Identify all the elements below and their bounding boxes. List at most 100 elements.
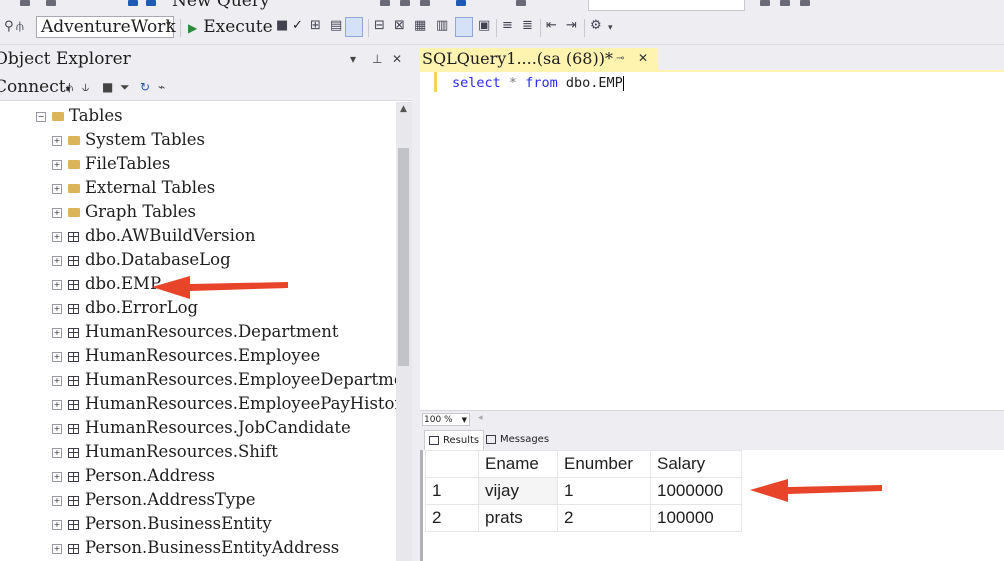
zoom-selector[interactable]: 100 % ▼	[422, 413, 470, 426]
expand-icon[interactable]: +	[52, 399, 62, 410]
column-header[interactable]: Ename	[478, 450, 558, 478]
row-number-header[interactable]	[425, 450, 479, 478]
results-to-text-icon[interactable]: ▦	[414, 18, 426, 33]
connect-button[interactable]: Connect▾	[0, 77, 71, 97]
expand-icon[interactable]: +	[52, 135, 62, 146]
filter-icon[interactable]: ⏷	[120, 80, 130, 95]
expand-icon[interactable]: +	[52, 495, 62, 506]
tree-node[interactable]: + System Tables	[52, 128, 205, 152]
collapse-icon[interactable]: −	[36, 111, 46, 122]
expand-icon[interactable]: +	[52, 303, 62, 314]
activity-monitor-icon[interactable]	[516, 0, 526, 6]
expand-icon[interactable]: +	[52, 159, 62, 170]
cut-icon[interactable]	[380, 0, 390, 6]
expand-icon[interactable]: +	[52, 447, 62, 458]
include-plan-toggle[interactable]	[345, 17, 363, 37]
copy-icon[interactable]	[400, 0, 410, 6]
tab-messages[interactable]: Messages	[482, 430, 553, 450]
tree-node-table-emp[interactable]: + dbo.EMP	[52, 272, 161, 296]
tree-node-table[interactable]: + HumanResources.EmployeePayHistory	[52, 392, 396, 416]
live-stats-icon[interactable]: ⊠	[394, 18, 405, 33]
new-query-button[interactable]: New Query	[172, 0, 270, 11]
parse-check-icon[interactable]: ✓	[292, 18, 303, 33]
grid-cell[interactable]: prats	[478, 504, 558, 532]
tree-node-table[interactable]: + HumanResources.Department	[52, 320, 339, 344]
query-editor[interactable]: select * from dbo.EMP	[420, 72, 1004, 410]
row-number[interactable]: 1	[425, 477, 479, 505]
scroll-up-icon[interactable]: ▲	[400, 104, 407, 114]
decrease-indent-icon[interactable]: ⇤	[546, 18, 557, 33]
grid-cell[interactable]: 1000000	[650, 477, 742, 505]
undo-icon[interactable]	[456, 0, 466, 6]
uncomment-icon[interactable]: ≣	[522, 18, 533, 33]
activity-icon[interactable]: ⌁	[158, 80, 165, 94]
back-icon[interactable]	[20, 0, 30, 6]
database-selector[interactable]: AdventureWork ▾	[36, 16, 176, 38]
search-box[interactable]	[588, 0, 745, 11]
scroll-left-icon[interactable]: ◂	[478, 413, 483, 423]
save-icon[interactable]	[128, 0, 138, 6]
column-header[interactable]: Salary	[650, 450, 742, 478]
query-text[interactable]: select * from dbo.EMP	[452, 74, 624, 92]
comment-icon[interactable]: ≡	[502, 18, 513, 33]
expand-icon[interactable]: +	[52, 543, 62, 554]
solution-explorer-icon[interactable]	[760, 0, 770, 6]
specify-values-icon[interactable]: ⚙	[590, 18, 602, 33]
expand-icon[interactable]: +	[52, 207, 62, 218]
wrench-icon[interactable]	[780, 0, 790, 6]
results-grid-toggle[interactable]	[455, 17, 473, 37]
tree-node-table[interactable]: + HumanResources.Employee	[52, 344, 320, 368]
column-header[interactable]: Enumber	[557, 450, 651, 478]
tree-node[interactable]: + External Tables	[52, 176, 215, 200]
tree-node-table[interactable]: + Person.AddressType	[52, 488, 256, 512]
tree-node-table[interactable]: + Person.Address	[52, 464, 215, 488]
filter-icon[interactable]: ⚲	[4, 19, 14, 34]
expand-icon[interactable]: +	[52, 231, 62, 242]
client-stats-icon[interactable]: ⊟	[374, 18, 385, 33]
expand-icon[interactable]: +	[52, 423, 62, 434]
expand-icon[interactable]: +	[52, 255, 62, 266]
expand-icon[interactable]: +	[52, 471, 62, 482]
save-all-icon[interactable]	[146, 0, 156, 6]
execute-button[interactable]: ▶ Execute	[188, 17, 273, 39]
query-designer-icon[interactable]: ▤	[330, 18, 342, 33]
tree-node[interactable]: + Graph Tables	[52, 200, 196, 224]
connect-server-icon[interactable]: ⫛	[66, 80, 73, 95]
panel-menu-icon[interactable]: ▾	[350, 52, 356, 66]
tree-node-table[interactable]: + HumanResources.JobCandidate	[52, 416, 351, 440]
tree-node-table[interactable]: +HumanResources.EmployeeDepartmentH	[52, 368, 396, 392]
estimated-plan-icon[interactable]: ⊞	[310, 18, 321, 33]
change-connection-icon[interactable]: ⫛	[16, 19, 24, 34]
expand-icon[interactable]: +	[52, 351, 62, 362]
pin-icon[interactable]: ⊥	[372, 52, 382, 66]
scrollbar-thumb[interactable]	[398, 148, 409, 366]
close-icon[interactable]: ✕	[392, 52, 402, 66]
grid-cell[interactable]: 1	[557, 477, 651, 505]
forward-icon[interactable]	[46, 0, 56, 6]
tab-sqlquery1[interactable]: SQLQuery1....(sa (68))* ⊸ ✕	[420, 48, 658, 70]
results-to-grid-icon[interactable]: ▥	[436, 18, 448, 33]
stop-icon[interactable]: ■	[102, 80, 113, 94]
increase-indent-icon[interactable]: ⇥	[566, 18, 577, 33]
tab-results[interactable]: Results	[424, 430, 485, 451]
tree-node-table[interactable]: + Person.BusinessEntityAddress	[52, 536, 339, 560]
tree-node[interactable]: + FileTables	[52, 152, 170, 176]
toolbar-overflow-icon[interactable]: ▾	[608, 23, 613, 33]
stop-icon[interactable]: ■	[276, 18, 288, 33]
tree-node-table[interactable]: + dbo.AWBuildVersion	[52, 224, 255, 248]
refresh-icon[interactable]: ↻	[140, 80, 150, 94]
expand-icon[interactable]: +	[52, 279, 62, 290]
properties-icon[interactable]	[800, 0, 810, 6]
grid-cell[interactable]: 100000	[650, 504, 742, 532]
close-tab-icon[interactable]: ✕	[638, 51, 648, 65]
panel-splitter[interactable]	[412, 46, 420, 561]
expand-icon[interactable]: +	[52, 519, 62, 530]
row-number[interactable]: 2	[425, 504, 479, 532]
disconnect-icon[interactable]: ⫝	[82, 80, 89, 95]
expand-icon[interactable]: +	[52, 327, 62, 338]
paste-icon[interactable]	[420, 0, 430, 6]
expand-icon[interactable]: +	[52, 183, 62, 194]
tree-scrollbar[interactable]: ▲	[396, 102, 412, 561]
grid-cell[interactable]: vijay	[478, 477, 558, 505]
tree-node-table[interactable]: + Person.BusinessEntity	[52, 512, 272, 536]
